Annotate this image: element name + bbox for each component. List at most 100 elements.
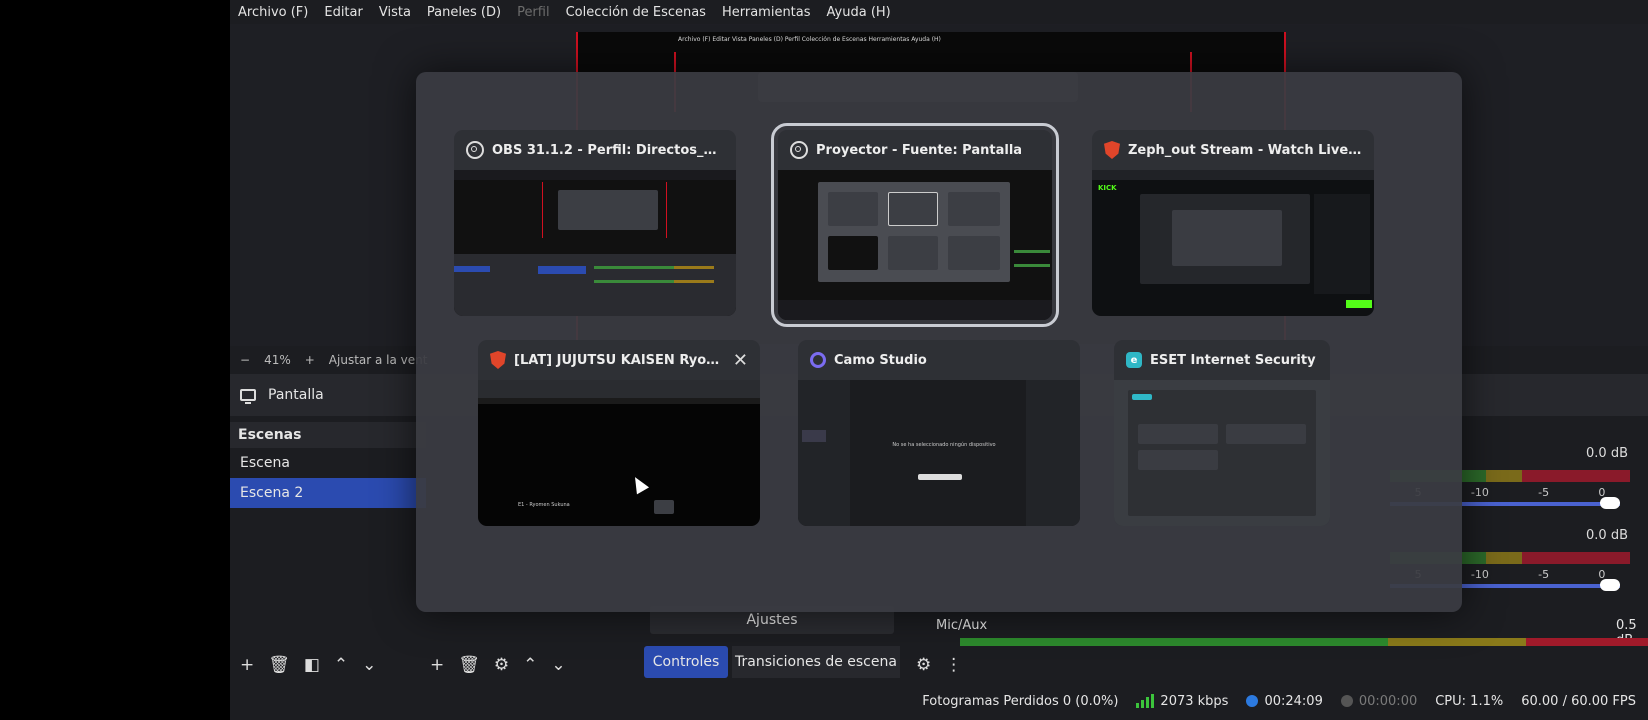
mini-tile [1138, 424, 1218, 444]
source-name: Pantalla [268, 387, 324, 403]
filter-icon[interactable]: ◧ [304, 655, 320, 675]
switcher-card-jjk[interactable]: [LAT] JUJUTSU KAISEN Ryomen Suku... ✕ E1… [478, 340, 760, 526]
card-title: OBS 31.1.2 - Perfil: Directos_Zeph - Esc… [492, 142, 724, 158]
obs-icon [790, 141, 808, 159]
mini-chat [1314, 194, 1370, 294]
gear-icon[interactable]: ⚙ [916, 655, 931, 675]
mini-card [828, 192, 878, 226]
mini-card [888, 236, 938, 270]
window-switcher: OBS 31.1.2 - Perfil: Directos_Zeph - Esc… [416, 72, 1462, 612]
mixer-db: 0.0 dB [1586, 528, 1628, 543]
card-header: [LAT] JUJUTSU KAISEN Ryomen Suku... ✕ [478, 340, 760, 380]
chevron-down-icon[interactable]: ⌄ [362, 655, 376, 675]
scenes-footer: + 🗑 ◧ ⌃ ⌄ [230, 650, 376, 680]
slider-knob[interactable] [1600, 579, 1620, 591]
chevron-up-icon[interactable]: ⌃ [334, 655, 348, 675]
switcher-card-obs[interactable]: OBS 31.1.2 - Perfil: Directos_Zeph - Esc… [454, 130, 736, 316]
gear-icon[interactable]: ⚙ [494, 655, 509, 675]
bitrate-status: 2073 kbps [1136, 694, 1228, 709]
menu-vista[interactable]: Vista [379, 5, 411, 20]
card-header: Camo Studio [798, 340, 1080, 380]
window-thumbnail: E1 - Ryomen Sukuna [478, 380, 760, 526]
zoom-out-button[interactable]: − [240, 353, 250, 367]
slider-knob[interactable] [1600, 497, 1620, 509]
window-thumbnail: No se ha seleccionado ningún dispositivo [798, 380, 1080, 526]
scene-item-selected[interactable]: Escena 2 [230, 478, 426, 508]
monitor-icon [240, 389, 256, 404]
chevron-down-icon[interactable]: ⌄ [551, 655, 565, 675]
mini-thumb [654, 500, 674, 514]
menu-paneles[interactable]: Paneles (D) [427, 5, 501, 20]
meter-tick: -10 [1470, 568, 1489, 581]
live-time: 00:24:09 [1264, 693, 1323, 709]
mini-item [802, 430, 826, 442]
mini-card [948, 192, 1000, 226]
add-icon[interactable]: + [240, 655, 254, 675]
zoom-in-button[interactable]: + [305, 353, 315, 367]
trash-icon[interactable]: 🗑 [458, 655, 480, 675]
menu-perfil[interactable]: Perfil [517, 5, 550, 20]
mini-taskbar [778, 300, 1052, 320]
mini-border [542, 182, 543, 238]
mini-tile [1226, 424, 1306, 444]
menu-archivo[interactable]: Archivo (F) [238, 5, 308, 20]
record-icon [1340, 695, 1353, 707]
more-icon[interactable]: ⋮ [945, 655, 962, 675]
cpu-usage: CPU: 1.1% [1435, 693, 1504, 709]
menu-coleccion-escenas[interactable]: Colección de Escenas [566, 5, 706, 20]
scene-item[interactable]: Escena [230, 448, 426, 478]
zoom-value: 41% [264, 353, 291, 367]
mini-follow-button [1346, 300, 1372, 308]
menu-editar[interactable]: Editar [324, 5, 363, 20]
brave-icon [1104, 141, 1120, 159]
mini-card [948, 236, 1000, 270]
preview-inner-menu: Archivo (F) Editar Vista Paneles (D) Per… [678, 36, 941, 43]
mini-tabbar [1092, 170, 1374, 180]
sources-footer: + 🗑 ⚙ ⌃ ⌄ [420, 650, 566, 680]
tab-controles[interactable]: Controles [644, 646, 728, 678]
mouse-cursor-icon [628, 473, 650, 495]
window-thumbnail [778, 170, 1052, 320]
tab-transiciones[interactable]: Transiciones de escena [732, 646, 900, 678]
camo-icon [810, 352, 826, 368]
add-icon[interactable]: + [430, 655, 444, 675]
menu-bar: Archivo (F) Editar Vista Paneles (D) Per… [230, 0, 1648, 24]
meter-tick: -5 [1538, 486, 1550, 499]
live-icon [1246, 695, 1259, 707]
bitrate-value: 2073 kbps [1160, 693, 1229, 709]
window-thumbnail [1114, 380, 1330, 526]
meter-tick: -5 [1538, 568, 1550, 581]
card-header: e ESET Internet Security [1114, 340, 1330, 380]
trash-icon[interactable]: 🗑 [268, 655, 290, 675]
switcher-card-kick[interactable]: Zeph_out Stream - Watch Live on Kick - B… [1092, 130, 1374, 316]
switcher-card-eset[interactable]: e ESET Internet Security [1114, 340, 1330, 526]
brave-icon [490, 351, 506, 369]
mini-button [918, 474, 962, 480]
zoom-fit-button[interactable]: Ajustar a la vent [329, 353, 428, 367]
switcher-card-proyector[interactable]: Proyector - Fuente: Pantalla [771, 123, 1059, 327]
mini-logo [1132, 394, 1152, 400]
mini-meter [594, 266, 674, 269]
mixer-db: 0.0 dB [1586, 446, 1628, 461]
mini-card [888, 192, 938, 226]
card-title: Zeph_out Stream - Watch Live on Kick - B… [1128, 142, 1362, 158]
status-bar: Fotogramas Perdidos 0 (0.0%) 2073 kbps 0… [230, 686, 1648, 716]
mini-meter [674, 280, 714, 283]
dropped-frames: Fotogramas Perdidos 0 (0.0%) [922, 693, 1119, 709]
meter-tick: -10 [1470, 486, 1489, 499]
close-icon[interactable]: ✕ [733, 350, 748, 371]
menu-ayuda[interactable]: Ayuda (H) [827, 5, 891, 20]
card-header: Zeph_out Stream - Watch Live on Kick - B… [1092, 130, 1374, 170]
card-header: OBS 31.1.2 - Perfil: Directos_Zeph - Esc… [454, 130, 736, 170]
switcher-card-camo[interactable]: Camo Studio No se ha seleccionado ningún… [798, 340, 1080, 526]
mini-card [828, 236, 878, 270]
menu-herramientas[interactable]: Herramientas [722, 5, 811, 20]
chevron-up-icon[interactable]: ⌃ [523, 655, 537, 675]
card-title: [LAT] JUJUTSU KAISEN Ryomen Suku... [514, 352, 725, 368]
episode-text: E1 - Ryomen Sukuna [518, 502, 570, 508]
fps-status: 60.00 / 60.00 FPS [1521, 693, 1636, 709]
mini-preview [558, 190, 658, 230]
card-title: Camo Studio [834, 352, 927, 368]
live-status: 00:24:09 [1246, 693, 1323, 709]
signal-icon [1136, 694, 1155, 708]
